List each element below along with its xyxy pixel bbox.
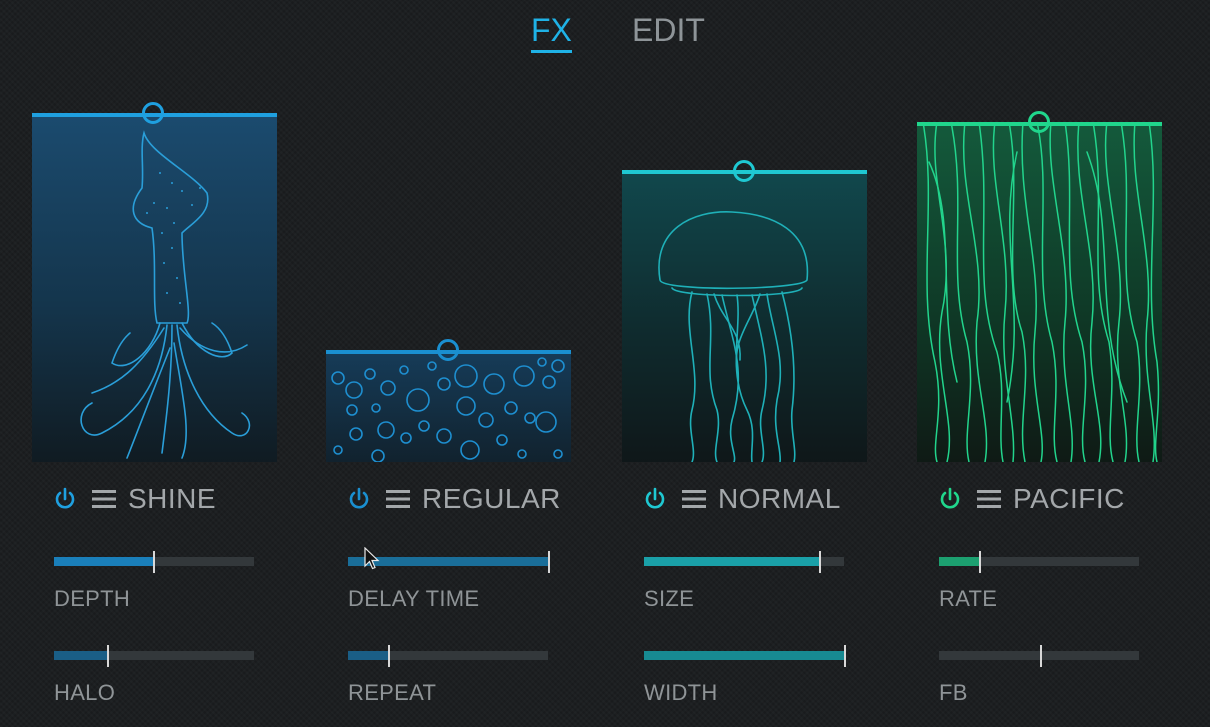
slider-thumb[interactable] [819, 551, 821, 573]
rate-slider[interactable] [939, 551, 1139, 573]
power-icon[interactable] [52, 486, 78, 512]
module-regular: REGULAR DELAY TIME REPEAT [326, 0, 571, 727]
module-header: REGULAR [346, 482, 561, 516]
bubbles-visual[interactable] [326, 350, 571, 462]
slider-fill [644, 651, 844, 660]
level-handle[interactable] [1028, 111, 1050, 133]
bubbles-illustration [331, 357, 565, 462]
level-handle[interactable] [733, 160, 755, 182]
param-label: SIZE [644, 586, 695, 611]
preset-name[interactable]: NORMAL [718, 483, 841, 515]
preset-name[interactable]: PACIFIC [1013, 483, 1125, 515]
module-header: NORMAL [642, 482, 841, 516]
slider-thumb[interactable] [548, 551, 550, 573]
menu-icon[interactable] [682, 488, 706, 510]
squid-illustration [80, 130, 251, 459]
kelp-illustration [922, 122, 1160, 462]
module-header: PACIFIC [937, 482, 1125, 516]
menu-icon[interactable] [386, 488, 410, 510]
slider-thumb[interactable] [1040, 645, 1042, 667]
jellyfish-illustration [658, 211, 809, 462]
slider-thumb[interactable] [153, 551, 155, 573]
slider-fill [348, 651, 388, 660]
preset-name[interactable]: SHINE [128, 483, 216, 515]
module-pacific: PACIFIC RATE FB [917, 0, 1162, 727]
param-label: WIDTH [644, 680, 718, 705]
level-handle[interactable] [437, 339, 459, 361]
param-label: DELAY TIME [348, 586, 480, 611]
param-label: DEPTH [54, 586, 131, 611]
mouse-cursor-icon [364, 547, 380, 570]
fb-slider[interactable] [939, 645, 1139, 667]
slider-thumb[interactable] [979, 551, 981, 573]
menu-icon[interactable] [977, 488, 1001, 510]
slider-thumb[interactable] [107, 645, 109, 667]
slider-fill [939, 557, 980, 566]
menu-icon[interactable] [92, 488, 116, 510]
module-shine: SHINE DEPTH HALO [32, 0, 277, 727]
param-label: FB [939, 680, 968, 705]
module-normal: NORMAL SIZE WIDTH [622, 0, 867, 727]
module-header: SHINE [52, 482, 216, 516]
level-handle[interactable] [142, 102, 164, 124]
slider-thumb[interactable] [844, 645, 846, 667]
halo-slider[interactable] [54, 645, 254, 667]
size-slider[interactable] [644, 551, 844, 573]
param-label: HALO [54, 680, 116, 705]
kelp-visual[interactable] [917, 122, 1162, 462]
width-slider[interactable] [644, 645, 846, 667]
jellyfish-visual[interactable] [622, 170, 867, 462]
param-label: REPEAT [348, 680, 437, 705]
depth-slider[interactable] [54, 551, 254, 573]
power-icon[interactable] [937, 486, 963, 512]
slider-fill [54, 557, 154, 566]
slider-thumb[interactable] [388, 645, 390, 667]
slider-fill [54, 651, 108, 660]
power-icon[interactable] [346, 486, 372, 512]
preset-name[interactable]: REGULAR [422, 483, 561, 515]
power-icon[interactable] [642, 486, 668, 512]
slider-fill [644, 557, 820, 566]
param-label: RATE [939, 586, 998, 611]
repeat-slider[interactable] [348, 645, 548, 667]
squid-visual[interactable] [32, 113, 277, 462]
